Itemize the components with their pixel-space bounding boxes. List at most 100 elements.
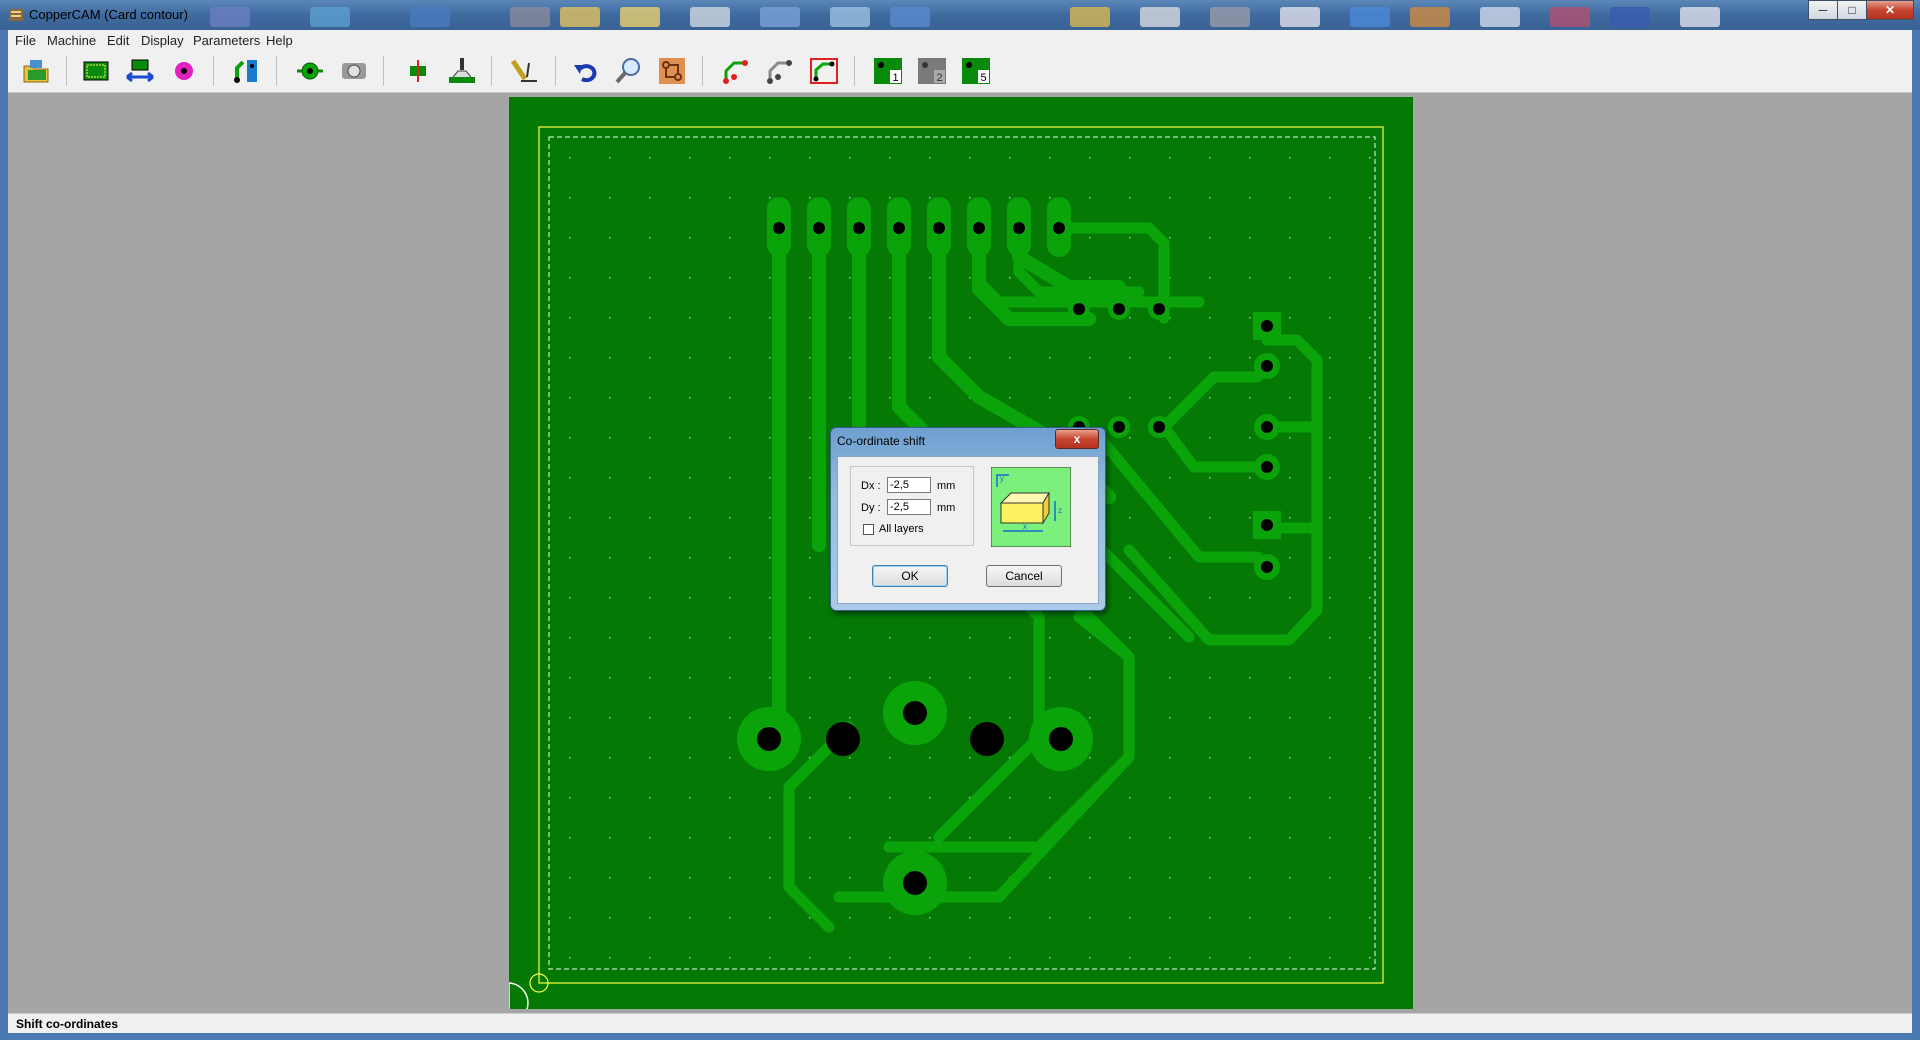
- close-button[interactable]: ✕: [1866, 0, 1914, 20]
- grid-dot: [689, 237, 691, 239]
- grid-dot: [1369, 517, 1371, 519]
- grid-dot: [689, 317, 691, 319]
- grid-dot: [1089, 917, 1091, 919]
- grid-dot: [649, 237, 651, 239]
- grid-dot: [1369, 357, 1371, 359]
- mill-button[interactable]: [446, 56, 478, 86]
- grid-dot: [1289, 277, 1291, 279]
- grid-dot: [1249, 677, 1251, 679]
- grid-dot: [569, 917, 571, 919]
- pcb-workspace[interactable]: Co-ordinate shift x Dx : mm Dy : mm All …: [8, 93, 1912, 1013]
- dx-unit: mm: [937, 480, 956, 492]
- grid-dot: [1169, 557, 1171, 559]
- axis-x-label: x: [1023, 522, 1027, 531]
- grid-dot: [889, 157, 891, 159]
- layer-2-button[interactable]: 2: [916, 56, 948, 86]
- engrave-button[interactable]: [508, 56, 540, 86]
- menu-help[interactable]: Help: [266, 33, 293, 48]
- menu-display[interactable]: Display: [141, 33, 184, 48]
- mirror-button[interactable]: [124, 56, 156, 86]
- grid-dot: [569, 837, 571, 839]
- grid-dot: [1209, 797, 1211, 799]
- layer-5-button[interactable]: 5: [960, 56, 992, 86]
- dialog-body: Dx : mm Dy : mm All layers x z y: [837, 456, 1099, 604]
- grid-dot: [1289, 357, 1291, 359]
- grid-dot: [609, 477, 611, 479]
- grid-dot: [1289, 477, 1291, 479]
- dy-input[interactable]: [887, 499, 931, 515]
- grid-dot: [1209, 517, 1211, 519]
- grid-dot: [729, 677, 731, 679]
- menu-machine[interactable]: Machine: [47, 33, 96, 48]
- grid-dot: [569, 397, 571, 399]
- grid-dot: [1289, 237, 1291, 239]
- layer-1-button[interactable]: 1: [872, 56, 904, 86]
- grid-dot: [569, 157, 571, 159]
- grid-dot: [1009, 797, 1011, 799]
- grid-dot: [1249, 277, 1251, 279]
- grid-dot: [1209, 157, 1211, 159]
- all-layers-checkbox[interactable]: [863, 524, 874, 535]
- grid-dot: [649, 197, 651, 199]
- grid-dot: [689, 717, 691, 719]
- hole-button[interactable]: [338, 56, 370, 86]
- grid-dot: [569, 637, 571, 639]
- cancel-button[interactable]: Cancel: [986, 565, 1062, 587]
- menu-edit[interactable]: Edit: [107, 33, 129, 48]
- grid-dot: [1369, 597, 1371, 599]
- grid-dot: [809, 677, 811, 679]
- grid-dot: [809, 197, 811, 199]
- menu-file[interactable]: File: [15, 33, 36, 48]
- grid-dot: [1289, 917, 1291, 919]
- status-text: Shift co-ordinates: [16, 1017, 119, 1031]
- grid-dot: [969, 917, 971, 919]
- grid-dot: [1169, 877, 1171, 879]
- grid-dot: [1289, 717, 1291, 719]
- grid-dot: [1249, 957, 1251, 959]
- grid-dot: [1209, 357, 1211, 359]
- center-button[interactable]: [402, 56, 434, 86]
- grid-dot: [769, 637, 771, 639]
- path-grey-button[interactable]: [764, 56, 796, 86]
- grid-dot: [1009, 717, 1011, 719]
- grid-dot: [1129, 597, 1131, 599]
- grid-dot: [1009, 197, 1011, 199]
- grid-dot: [1049, 157, 1051, 159]
- grid-dot: [729, 397, 731, 399]
- tracks-button[interactable]: [230, 56, 262, 86]
- grid-dot: [1249, 477, 1251, 479]
- grid-dot: [1369, 877, 1371, 879]
- grid-dot: [689, 477, 691, 479]
- grid-dot: [1209, 397, 1211, 399]
- grid-dot: [569, 677, 571, 679]
- menu-parameters[interactable]: Parameters: [193, 33, 260, 48]
- grid-dot: [889, 397, 891, 399]
- shift-values-group: Dx : mm Dy : mm All layers: [850, 466, 974, 546]
- ok-button[interactable]: OK: [872, 565, 948, 587]
- copper-view-button[interactable]: [656, 56, 688, 86]
- open-file-button[interactable]: [20, 56, 52, 86]
- undo-icon: [574, 64, 597, 83]
- minimize-button[interactable]: ─: [1808, 0, 1838, 20]
- grid-dot: [849, 797, 851, 799]
- dialog-close-button[interactable]: x: [1055, 429, 1099, 449]
- grid-dot: [569, 517, 571, 519]
- grid-dot: [969, 677, 971, 679]
- drill-point-button[interactable]: [168, 56, 200, 86]
- maximize-button[interactable]: □: [1837, 0, 1867, 20]
- zoom-button[interactable]: [612, 56, 644, 86]
- grid-dot: [569, 797, 571, 799]
- grid-dot: [969, 637, 971, 639]
- grid-dot: [769, 197, 771, 199]
- grid-dot: [1049, 637, 1051, 639]
- grid-dot: [689, 517, 691, 519]
- card-contour-button[interactable]: [80, 56, 112, 86]
- dx-input[interactable]: [887, 477, 931, 493]
- path-button[interactable]: [720, 56, 752, 86]
- pad-button[interactable]: [294, 56, 326, 86]
- grid-dot: [929, 397, 931, 399]
- grid-dot: [1209, 477, 1211, 479]
- undo-button[interactable]: [570, 56, 602, 86]
- path-frame-button[interactable]: [808, 56, 840, 86]
- grid-dot: [729, 197, 731, 199]
